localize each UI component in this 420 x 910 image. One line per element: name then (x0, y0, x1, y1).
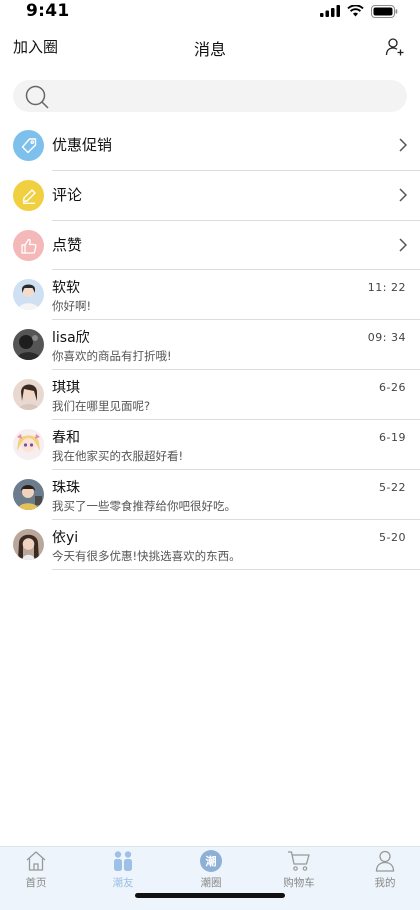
circle-icon: 潮 (199, 849, 223, 873)
promotions-label: 优惠促销 (52, 136, 113, 154)
home-indicator (135, 893, 285, 898)
search-input[interactable] (57, 80, 401, 114)
conversation-name: 依yi (52, 530, 79, 546)
tab-cart-label: 购物车 (283, 877, 315, 889)
add-user-icon[interactable] (385, 37, 405, 57)
search-icon (25, 85, 49, 109)
chevron-right-icon (399, 188, 407, 202)
conversation-message: 我买了一些零食推荐给你吧很好吃。 (52, 499, 236, 513)
tab-home-label: 首页 (25, 877, 47, 889)
likes-label: 点赞 (52, 236, 83, 254)
conversation-name: 珠珠 (52, 480, 80, 496)
friends-icon (111, 849, 135, 873)
conversation-message: 你好啊! (52, 299, 92, 313)
conversation-message: 今天有很多优惠!快挑选喜欢的东西。 (52, 549, 241, 563)
join-circle-button[interactable]: 加入圈 (13, 36, 58, 57)
conversation-time: 11: 22 (367, 281, 406, 294)
conversation-time: 6-19 (379, 431, 406, 444)
avatar (13, 379, 44, 410)
chevron-right-icon (399, 238, 407, 252)
pencil-icon (13, 180, 44, 211)
thumbs-up-icon (13, 230, 44, 261)
status-icons (320, 4, 398, 18)
conversation-message: 我们在哪里见面呢? (52, 399, 151, 413)
tab-bar: 首页 潮友 潮 潮圈 购物车 我的 (0, 846, 420, 910)
conversation-item[interactable]: 珠珠 我买了一些零食推荐给你吧很好吃。 5-22 (0, 470, 420, 520)
tab-home[interactable]: 首页 (6, 849, 66, 893)
cart-icon (287, 849, 311, 873)
tab-friends-label: 潮友 (112, 877, 134, 889)
conversation-name: 琪琪 (52, 380, 80, 396)
conversation-item[interactable]: lisa欣 你喜欢的商品有打折哦! 09: 34 (0, 320, 420, 370)
wifi-icon (347, 5, 364, 17)
chevron-right-icon (399, 138, 407, 152)
profile-icon (373, 849, 397, 873)
conversation-time: 5-22 (379, 481, 406, 494)
conversation-message: 我在他家买的衣服超好看! (52, 449, 184, 463)
status-bar: 9:41 (0, 0, 420, 26)
conversation-item[interactable]: 春和 我在他家买的衣服超好看! 6-19 (0, 420, 420, 470)
conversation-name: 软软 (52, 280, 80, 296)
tab-profile[interactable]: 我的 (355, 849, 415, 893)
home-icon (24, 849, 48, 873)
tab-cart[interactable]: 购物车 (269, 849, 329, 893)
conversation-time: 5-20 (379, 531, 406, 544)
likes-item[interactable]: 点赞 (0, 220, 420, 270)
tab-friends[interactable]: 潮友 (93, 849, 153, 893)
status-time: 9:41 (26, 1, 70, 21)
tag-icon (13, 130, 44, 161)
avatar (13, 429, 44, 460)
conversation-time: 09: 34 (367, 331, 406, 344)
navigation-bar: 加入圈 消息 (0, 30, 420, 66)
promotions-item[interactable]: 优惠促销 (0, 120, 420, 170)
avatar (13, 479, 44, 510)
conversation-name: 春和 (52, 430, 80, 446)
battery-icon (371, 4, 398, 18)
avatar (13, 529, 44, 560)
conversation-item[interactable]: 软软 你好啊! 11: 22 (0, 270, 420, 320)
search-bar[interactable] (13, 80, 407, 114)
conversation-item[interactable]: 琪琪 我们在哪里见面呢? 6-26 (0, 370, 420, 420)
tab-circle[interactable]: 潮 潮圈 (181, 849, 241, 893)
tab-profile-label: 我的 (374, 877, 396, 889)
circle-badge: 潮 (200, 850, 222, 872)
divider (52, 569, 420, 570)
comments-item[interactable]: 评论 (0, 170, 420, 220)
avatar (13, 329, 44, 360)
conversation-item[interactable]: 依yi 今天有很多优惠!快挑选喜欢的东西。 5-20 (0, 520, 420, 570)
conversation-time: 6-26 (379, 381, 406, 394)
comments-label: 评论 (52, 186, 83, 204)
conversation-message: 你喜欢的商品有打折哦! (52, 349, 172, 363)
avatar (13, 279, 44, 310)
conversation-name: lisa欣 (52, 330, 90, 346)
tab-circle-label: 潮圈 (200, 877, 222, 889)
page-title: 消息 (193, 40, 226, 59)
signal-icon (320, 5, 340, 17)
